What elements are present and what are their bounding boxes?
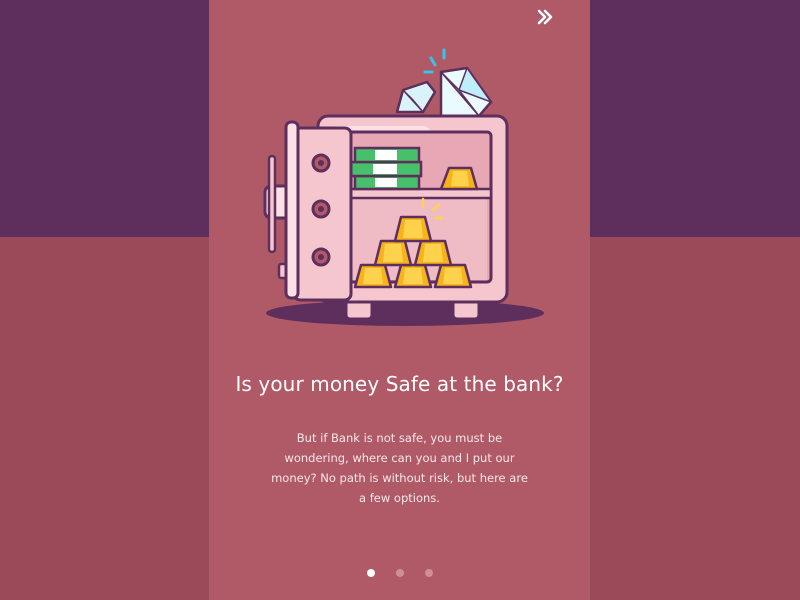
page-dot-2[interactable] <box>396 569 404 577</box>
page-dot-1[interactable] <box>367 569 375 577</box>
diamond-icon <box>395 48 494 118</box>
onboarding-title: Is your money Safe at the bank? <box>235 372 564 396</box>
onboarding-description: But if Bank is not safe, you must be won… <box>271 431 528 505</box>
onboarding-card: Is your money Safe at the bank? But if B… <box>209 0 590 600</box>
safe-illustration <box>263 48 544 326</box>
pagination-dots <box>209 569 590 579</box>
safe-door <box>263 120 353 302</box>
cash-stack-icon <box>347 146 423 191</box>
page-dot-3[interactable] <box>425 569 433 577</box>
